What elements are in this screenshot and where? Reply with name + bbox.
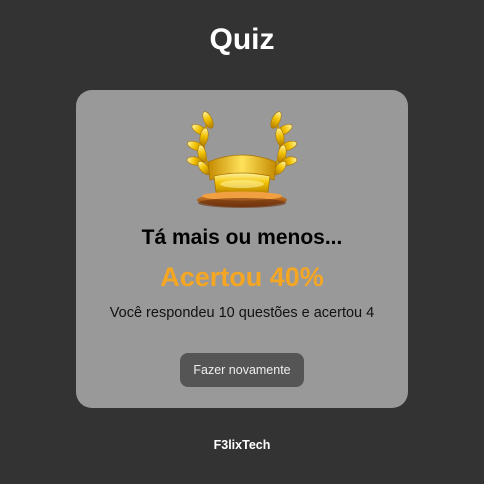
page-title: Quiz xyxy=(209,23,275,56)
result-card: Tá mais ou menos... Acertou 40% Você res… xyxy=(76,90,408,408)
result-summary: Você respondeu 10 questões e acertou 4 xyxy=(109,305,375,321)
result-headline: Tá mais ou menos... xyxy=(141,226,343,249)
footer-brand: F3lixTech xyxy=(213,438,271,452)
score-text: Acertou 40% xyxy=(160,262,324,292)
retry-button[interactable]: Fazer novamente xyxy=(180,353,304,387)
trophy-laurel-icon xyxy=(186,111,298,208)
